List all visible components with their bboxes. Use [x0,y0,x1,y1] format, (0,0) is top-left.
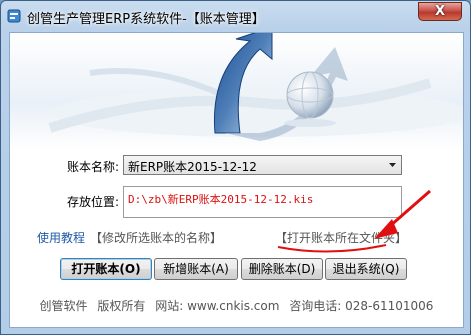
tutorial-link[interactable]: 使用教程 [37,229,85,246]
account-manager-window: 创管生产管理ERP系统软件-【账本管理】 X 账本名称: 新ERP账本2015-… [0,0,471,335]
close-icon: X [434,4,446,19]
location-field[interactable]: D:\zb\新ERP账本2015-12-12.kis [123,186,402,218]
app-icon [7,9,21,23]
footer-rights: 版权所有 [97,299,146,313]
open-book-button[interactable]: 打开账本(O) [60,258,152,280]
exit-system-button[interactable]: 退出系统(Q) [325,258,407,280]
location-label: 存放位置: [67,195,120,209]
delete-book-button[interactable]: 删除账本(D) [241,258,323,280]
footer-phone: 咨询电话: 028-61101006 [289,299,434,313]
dialog-body: 小贴士:一套软件是可以操作多个账本的 账本名称: 新ERP账本2015-12-1… [9,32,464,328]
close-button[interactable]: X [418,2,462,21]
footer-company: 创管软件 [39,299,88,313]
open-folder-link[interactable]: 【打开账本所在文件夹】 [275,229,407,246]
title-bar[interactable]: 创管生产管理ERP系统软件-【账本管理】 X [1,1,470,31]
add-book-button[interactable]: 新增账本(A) [154,258,238,280]
book-name-label: 账本名称: [67,160,120,174]
banner-image [10,33,463,151]
window-title: 创管生产管理ERP系统软件-【账本管理】 [27,12,265,27]
book-name-value: 新ERP账本2015-12-12 [128,160,257,174]
rename-book-link[interactable]: 【修改所选账本的名称】 [90,229,222,246]
book-name-select[interactable]: 新ERP账本2015-12-12 [123,155,402,175]
footer-website: 网站: www.cnkis.com [155,299,280,313]
chevron-down-icon [389,163,396,167]
footer: 创管软件 版权所有 网站: www.cnkis.com 咨询电话: 028-61… [10,297,463,314]
location-value: D:\zb\新ERP账本2015-12-12.kis [128,193,314,206]
